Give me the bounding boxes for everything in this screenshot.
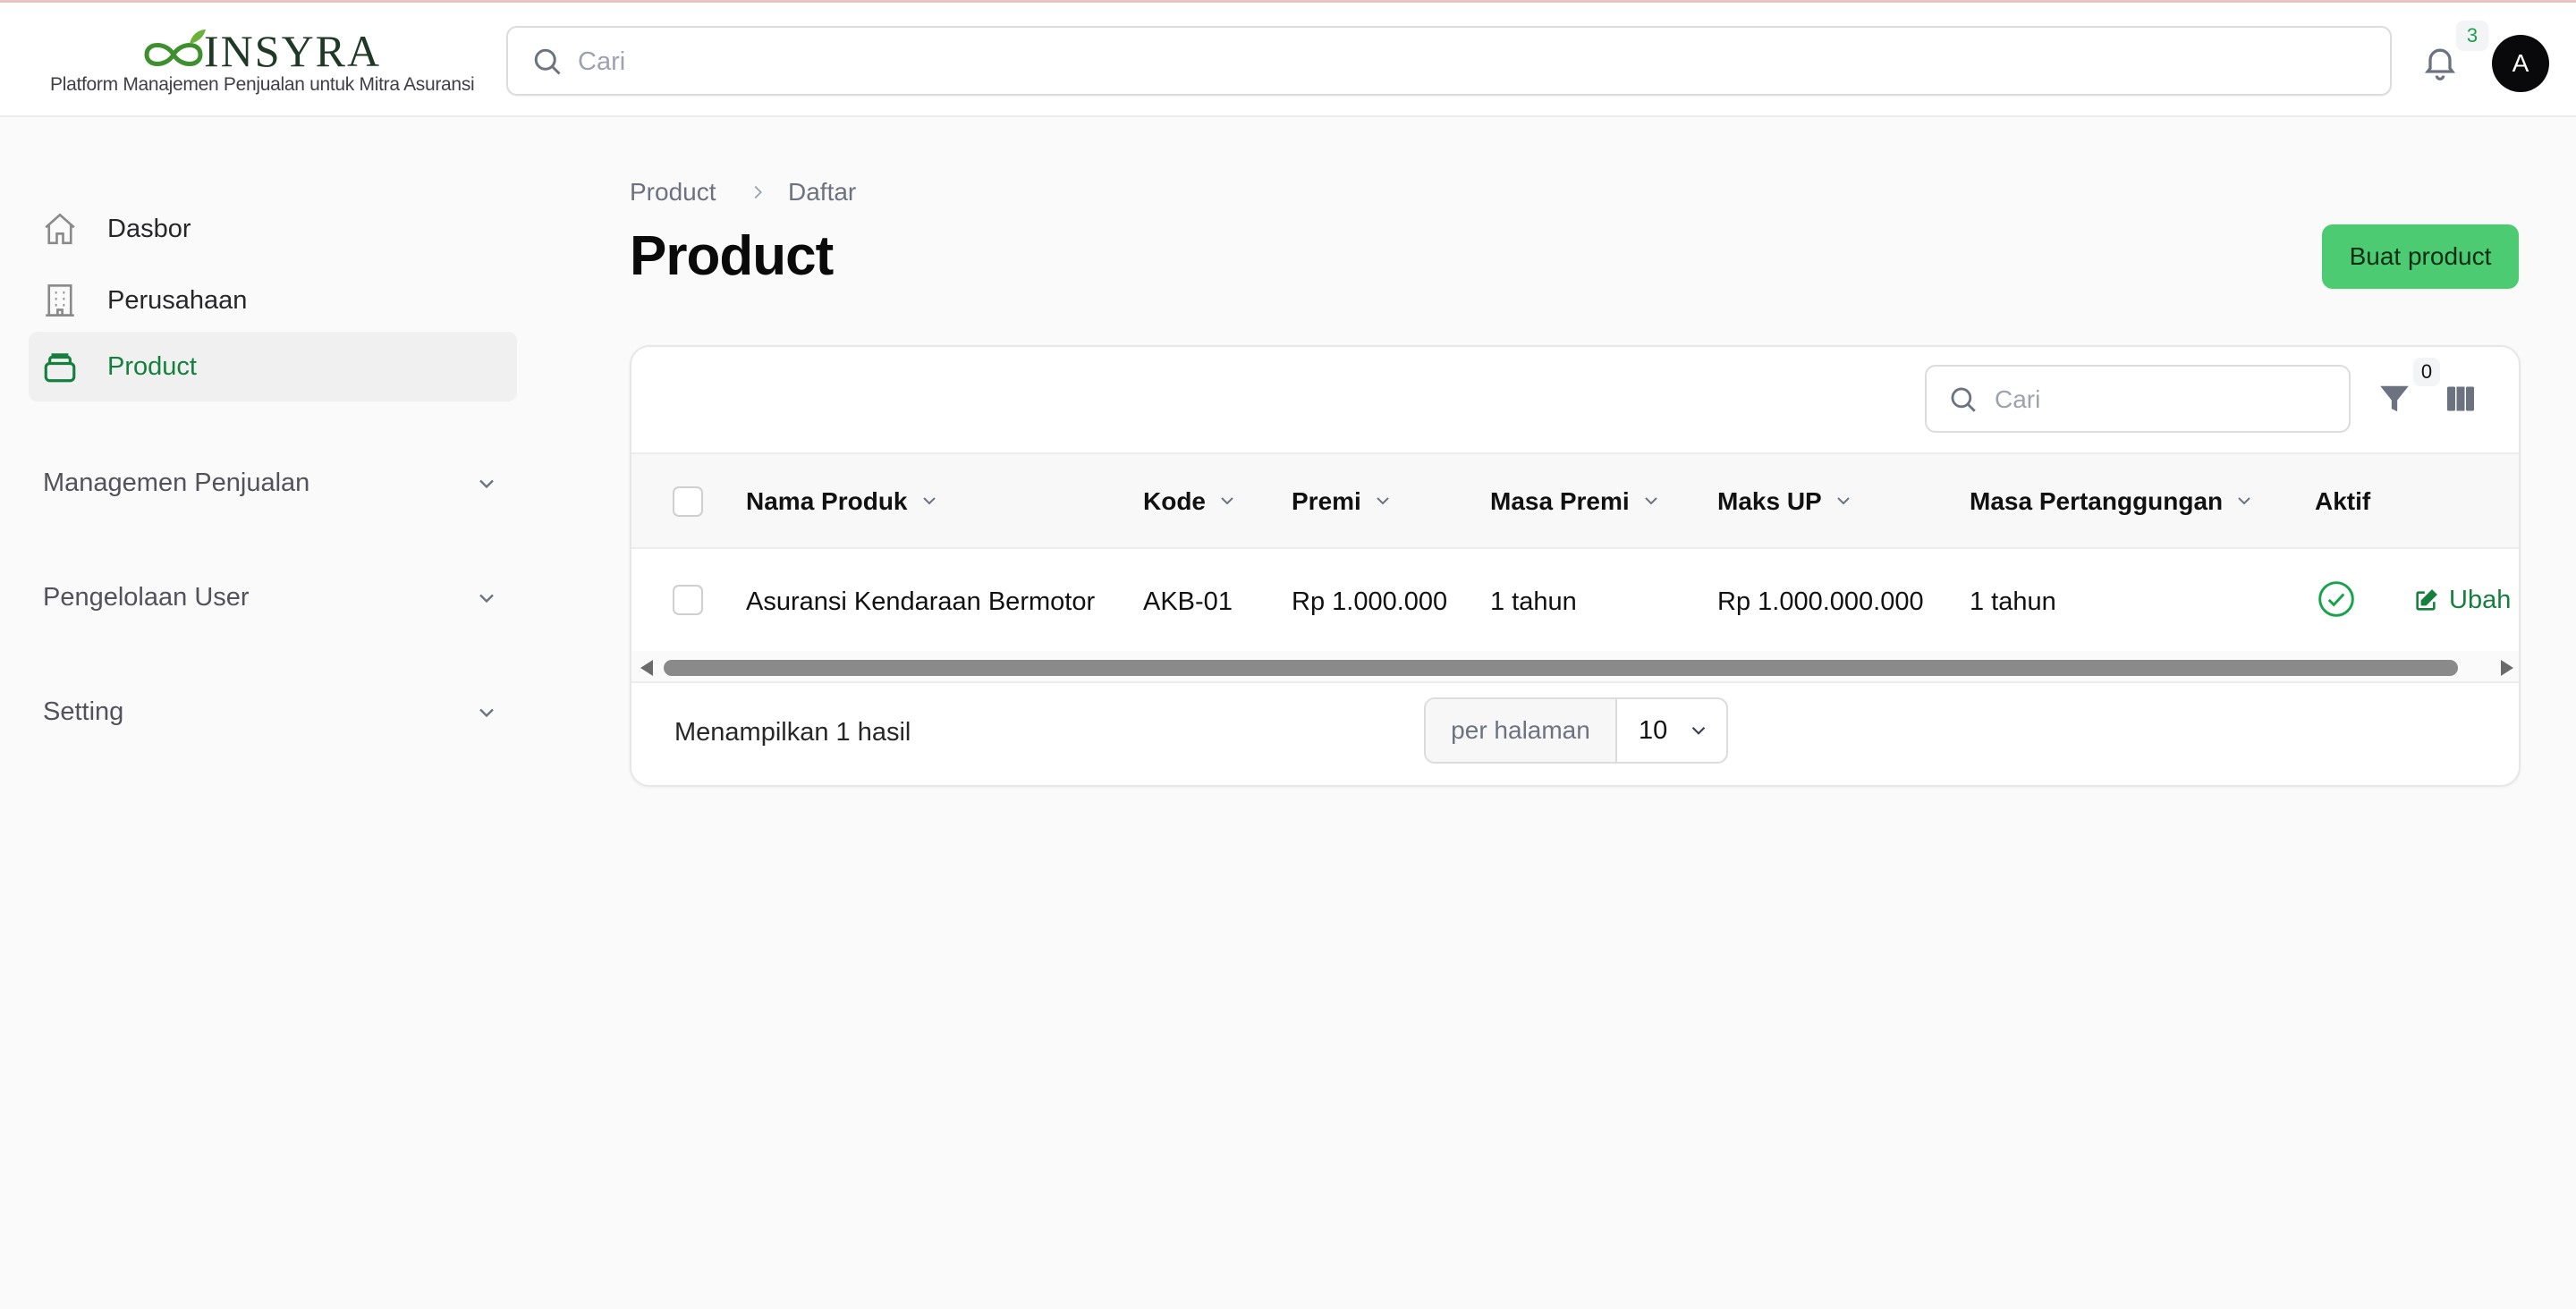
column-header-premi[interactable]: Premi	[1292, 485, 1394, 519]
edit-icon	[2416, 589, 2437, 611]
create-product-button[interactable]: Buat product	[2322, 224, 2519, 289]
per-page-select[interactable]: per halaman 10	[1424, 697, 1728, 764]
top-bar: INSYRA Platform Manajemen Penjualan untu…	[0, 3, 2576, 117]
chevron-down-icon	[1221, 497, 1233, 505]
column-header-maks-up[interactable]: Maks UP	[1717, 485, 1854, 519]
table-search[interactable]	[1925, 365, 2351, 433]
chevron-down-icon	[1377, 497, 1389, 505]
table-header: Nama Produk Kode Premi Masa Premi Maks U…	[631, 452, 2519, 549]
column-header-masa-pertanggungan[interactable]: Masa Pertanggungan	[1970, 485, 2255, 519]
brand-name: INSYRA	[204, 26, 382, 76]
horizontal-scrollbar[interactable]	[631, 651, 2519, 683]
column-header-aktif: Aktif	[2315, 487, 2371, 515]
column-header-kode[interactable]: Kode	[1143, 485, 1238, 519]
sidebar: Dasbor Perusahaan Product Managemen Penj…	[0, 119, 537, 1309]
sidebar-item-label: Product	[107, 352, 197, 381]
cell-maks-up: Rp 1.000.000.000	[1717, 587, 1924, 616]
columns-icon[interactable]	[2444, 383, 2478, 415]
search-icon	[1951, 387, 1976, 412]
product-table-card: 0 Nama Produk Kode Premi Masa Premi Maks…	[630, 345, 2521, 787]
scroll-right-arrow-icon[interactable]	[2501, 660, 2513, 676]
column-header-label: Masa Premi	[1490, 487, 1630, 515]
results-count: Menampilkan 1 hasil	[674, 718, 911, 747]
sidebar-item-label: Dasbor	[107, 215, 191, 243]
column-header-label: Premi	[1292, 487, 1361, 515]
sidebar-item-dasbor[interactable]: Dasbor	[29, 194, 517, 264]
brand-logo[interactable]: INSYRA Platform Manajemen Penjualan untu…	[50, 24, 479, 105]
edit-label: Ubah	[2449, 586, 2512, 614]
column-header-label: Masa Pertanggungan	[1970, 487, 2224, 515]
chevron-down-icon	[479, 479, 494, 489]
check-circle-icon	[2318, 581, 2354, 617]
chevron-down-icon	[1691, 726, 1706, 735]
scroll-left-arrow-icon[interactable]	[640, 660, 653, 676]
column-header-label: Maks UP	[1717, 487, 1822, 515]
building-icon	[46, 284, 74, 317]
sidebar-group-label: Managemen Penjualan	[43, 469, 310, 497]
cell-masa-pertanggungan: 1 tahun	[1970, 587, 2056, 616]
infinity-leaf-logo-icon	[144, 30, 206, 66]
sidebar-item-product[interactable]: Product	[29, 332, 517, 401]
sidebar-item-perusahaan[interactable]: Perusahaan	[29, 266, 517, 335]
global-search[interactable]	[506, 26, 2392, 96]
cell-kode: AKB-01	[1143, 587, 1233, 616]
brand-tagline: Platform Manajemen Penjualan untuk Mitra…	[50, 74, 475, 95]
sidebar-item-label: Perusahaan	[107, 286, 248, 315]
chevron-down-icon	[479, 708, 494, 718]
sidebar-group-label: Setting	[43, 697, 124, 726]
per-page-label: per halaman	[1426, 699, 1617, 762]
user-avatar[interactable]: A	[2492, 35, 2549, 92]
global-search-input[interactable]	[578, 40, 2349, 83]
column-header-label: Nama Produk	[746, 487, 908, 515]
chevron-down-icon	[1837, 497, 1850, 505]
filter-count-badge: 0	[2413, 358, 2440, 386]
cell-masa-premi: 1 tahun	[1490, 587, 1577, 616]
cell-nama-produk: Asuransi Kendaraan Bermotor	[746, 587, 1096, 616]
column-header-masa-premi[interactable]: Masa Premi	[1490, 485, 1662, 519]
chevron-down-icon	[2238, 497, 2250, 505]
column-header-label: Kode	[1143, 487, 1206, 515]
chevron-down-icon	[1644, 497, 1657, 505]
column-header-nama-produk[interactable]: Nama Produk	[746, 485, 940, 519]
chevron-down-icon	[922, 497, 936, 505]
notification-count-badge: 3	[2456, 21, 2488, 51]
row-checkbox[interactable]	[673, 585, 703, 615]
breadcrumb-current: Daftar	[788, 178, 857, 206]
table-search-input[interactable]	[1995, 379, 2334, 420]
select-all-checkbox[interactable]	[673, 486, 703, 517]
sidebar-group-managemen-penjualan[interactable]: Managemen Penjualan	[43, 460, 499, 505]
scrollbar-thumb[interactable]	[664, 660, 2458, 676]
per-page-value: 10	[1639, 716, 1668, 745]
sidebar-group-pengelolaan-user[interactable]: Pengelolaan User	[43, 575, 499, 620]
stack-icon	[44, 353, 76, 383]
page-title: Product	[630, 225, 834, 287]
home-icon	[45, 213, 75, 245]
sidebar-group-label: Pengelolaan User	[43, 583, 250, 612]
breadcrumb-parent[interactable]: Product	[630, 175, 716, 209]
bell-icon[interactable]	[2420, 40, 2460, 83]
chevron-down-icon	[479, 594, 494, 604]
chevron-right-icon	[754, 185, 762, 199]
table-row[interactable]: Asuransi Kendaraan Bermotor AKB-01 Rp 1.…	[631, 549, 2519, 651]
sidebar-group-setting[interactable]: Setting	[43, 689, 499, 734]
edit-link[interactable]: Ubah	[2415, 583, 2511, 617]
cell-premi: Rp 1.000.000	[1292, 587, 1448, 616]
filter-icon[interactable]	[2377, 381, 2411, 417]
search-icon	[534, 48, 561, 75]
